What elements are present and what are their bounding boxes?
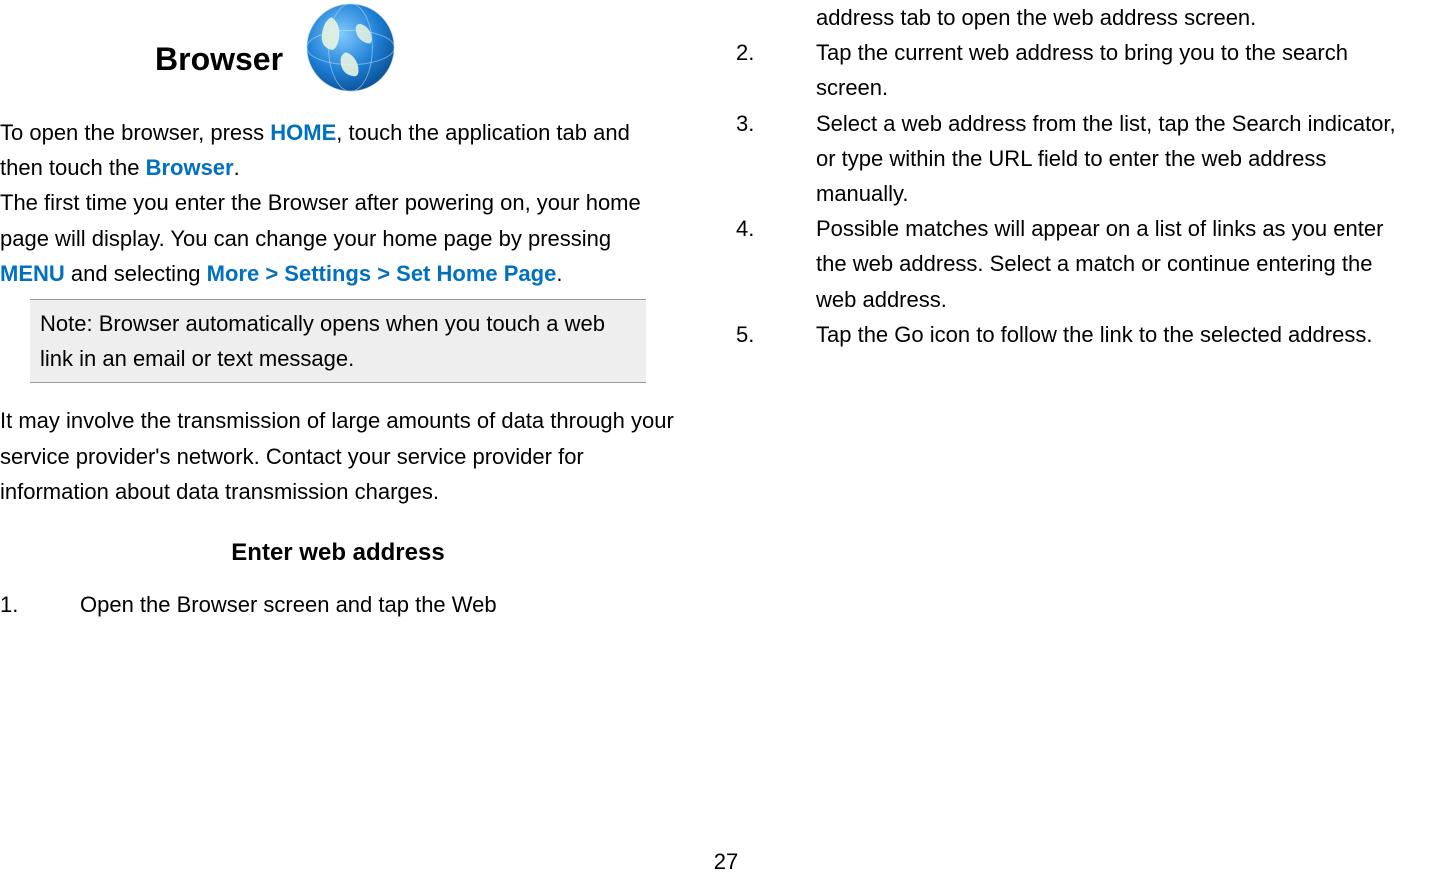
right-column: address tab to open the web address scre…	[716, 0, 1452, 894]
steps-list-right: address tab to open the web address scre…	[736, 0, 1412, 352]
settings-path-keyword: More > Settings > Set Home Page	[207, 261, 557, 286]
enter-web-address-heading: Enter web address	[0, 534, 676, 572]
left-column: Browser To open the browser	[0, 0, 716, 894]
step-number	[736, 0, 816, 35]
step-number: 2.	[736, 35, 816, 105]
intro-paragraph-2: The first time you enter the Browser aft…	[0, 185, 676, 291]
note-box: Note: Browser automatically opens when y…	[30, 299, 646, 383]
list-item: 4. Possible matches will appear on a lis…	[736, 211, 1412, 317]
list-item: 2. Tap the current web address to bring …	[736, 35, 1412, 105]
step-number: 1.	[0, 587, 80, 622]
step-number: 4.	[736, 211, 816, 317]
header-row: Browser	[0, 0, 676, 95]
step-text: Possible matches will appear on a list o…	[816, 211, 1412, 317]
data-charges-paragraph: It may involve the transmission of large…	[0, 403, 676, 509]
step-text: Tap the current web address to bring you…	[816, 35, 1412, 105]
menu-keyword: MENU	[0, 261, 65, 286]
step-text: address tab to open the web address scre…	[816, 0, 1412, 35]
step-text: Select a web address from the list, tap …	[816, 106, 1412, 212]
text: .	[556, 261, 562, 286]
note-text: Note: Browser automatically opens when y…	[40, 311, 605, 371]
list-item: 3. Select a web address from the list, t…	[736, 106, 1412, 212]
list-item: 1. Open the Browser screen and tap the W…	[0, 587, 676, 622]
step-number: 5.	[736, 317, 816, 352]
intro-paragraph-1: To open the browser, press HOME, touch t…	[0, 115, 676, 185]
step-text: Tap the Go icon to follow the link to th…	[816, 317, 1412, 352]
page-number: 27	[714, 844, 738, 879]
globe-icon	[303, 0, 398, 95]
step-number: 3.	[736, 106, 816, 212]
text: To open the browser, press	[0, 120, 270, 145]
page-container: Browser To open the browser	[0, 0, 1452, 894]
list-item: address tab to open the web address scre…	[736, 0, 1412, 35]
steps-list-left: 1. Open the Browser screen and tap the W…	[0, 587, 676, 622]
browser-keyword: Browser	[146, 155, 234, 180]
home-keyword: HOME	[270, 120, 336, 145]
text: The first time you enter the Browser aft…	[0, 190, 641, 250]
step-text: Open the Browser screen and tap the Web	[80, 587, 676, 622]
text: .	[234, 155, 240, 180]
text: and selecting	[65, 261, 207, 286]
section-title: Browser	[155, 34, 283, 95]
list-item: 5. Tap the Go icon to follow the link to…	[736, 317, 1412, 352]
